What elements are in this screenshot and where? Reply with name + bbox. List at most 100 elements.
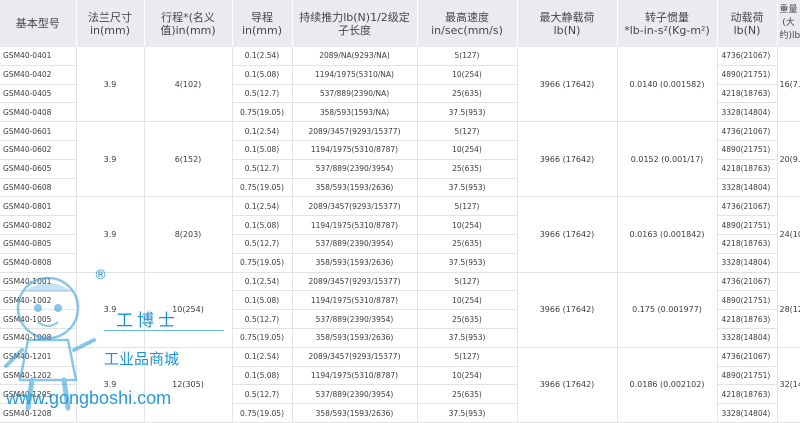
dynamic-load-cell: 4736(21067) bbox=[717, 272, 778, 292]
speed-cell: 5(127) bbox=[417, 347, 518, 367]
speed-cell: 10(254) bbox=[417, 140, 518, 160]
header-dynamic-load: 动载荷 lb(N) bbox=[717, 0, 778, 47]
static-load-cell: 3966 (17642) bbox=[517, 121, 618, 198]
lead-cell: 0.1(2.54) bbox=[232, 121, 293, 141]
speed-cell: 5(127) bbox=[417, 196, 518, 217]
model-cell: GSM40-1002 bbox=[0, 290, 77, 311]
flange-cell: 3.9 bbox=[76, 47, 145, 123]
dynamic-load-cell: 3328(14804) bbox=[717, 178, 778, 198]
spec-table: 基本型号 法兰尺寸 in(mm) 行程*(名义值)in(mm) 导程 in(mm… bbox=[0, 0, 800, 423]
thrust-cell: 358/593(1593/2636) bbox=[292, 328, 418, 348]
lead-cell: 0.5(12.7) bbox=[232, 309, 293, 329]
inertia-cell: 0.0140 (0.001582) bbox=[617, 47, 718, 123]
stroke-cell: 4(102) bbox=[144, 47, 233, 123]
table-row: GSM40-0401 3.9 4(102) 0.1(2.54) 2089/NA(9293… bbox=[0, 47, 800, 123]
thrust-cell: 537/889(2390/3954) bbox=[292, 234, 418, 254]
dynamic-load-cell: 4736(21067) bbox=[717, 347, 778, 367]
static-load-cell: 3966 (17642) bbox=[517, 196, 618, 273]
thrust-cell: 2089/3457(9293/15377) bbox=[292, 272, 418, 292]
dynamic-load-cell: 4218(18763) bbox=[717, 159, 778, 179]
model-cell: GSM40-0808 bbox=[0, 253, 77, 273]
speed-cell: 5(127) bbox=[417, 272, 518, 292]
weight-cell: 20(9.1) bbox=[777, 121, 800, 198]
thrust-cell: 2089/NA(9293/NA) bbox=[292, 47, 418, 66]
model-cell: GSM40-1205 bbox=[0, 384, 77, 405]
header-inertia: 转子惯量 *lb-in-s²(Kg-m²) bbox=[617, 0, 718, 47]
header-lead: 导程 in(mm) bbox=[232, 0, 293, 47]
inertia-cell: 0.0152 (0.001/17) bbox=[617, 121, 718, 198]
lead-cell: 0.5(12.7) bbox=[232, 384, 293, 405]
speed-cell: 37.5(953) bbox=[417, 328, 518, 348]
dynamic-load-cell: 4890(21751) bbox=[717, 140, 778, 160]
stroke-cell: 10(254) bbox=[144, 272, 233, 348]
model-cell: GSM40-1201 bbox=[0, 347, 77, 367]
thrust-cell: 1194/1975(5310/8787) bbox=[292, 215, 418, 235]
lead-cell: 0.75(19.05) bbox=[232, 253, 293, 273]
header-static-load: 最大静载荷 lb(N) bbox=[517, 0, 618, 47]
dynamic-load-cell: 4218(18763) bbox=[717, 234, 778, 254]
model-cell: GSM40-0805 bbox=[0, 234, 77, 254]
header-speed: 最高速度 in/sec(mm/s) bbox=[417, 0, 518, 47]
speed-cell: 37.5(953) bbox=[417, 253, 518, 273]
header-row: 基本型号 法兰尺寸 in(mm) 行程*(名义值)in(mm) 导程 in(mm… bbox=[0, 0, 800, 47]
flange-cell: 3.9 bbox=[76, 196, 145, 273]
lead-cell: 0.75(19.05) bbox=[232, 328, 293, 348]
dynamic-load-cell: 4890(21751) bbox=[717, 65, 778, 85]
speed-cell: 37.5(953) bbox=[417, 102, 518, 123]
speed-cell: 5(127) bbox=[417, 47, 518, 66]
header-thrust: 持续推力lb(N)1/2级定子长度 bbox=[292, 0, 418, 47]
static-load-cell: 3966 (17642) bbox=[517, 272, 618, 348]
header-stroke: 行程*(名义值)in(mm) bbox=[144, 0, 233, 47]
lead-cell: 0.1(5.08) bbox=[232, 215, 293, 235]
speed-cell: 10(254) bbox=[417, 65, 518, 85]
thrust-cell: 2089/3457(9293/15377) bbox=[292, 196, 418, 217]
lead-cell: 0.1(5.08) bbox=[232, 65, 293, 85]
dynamic-load-cell: 3328(14804) bbox=[717, 253, 778, 273]
thrust-cell: 537/889(2390/3954) bbox=[292, 309, 418, 329]
flange-cell: 3.9 bbox=[76, 272, 145, 348]
header-model: 基本型号 bbox=[0, 0, 77, 47]
table-body: GSM40-0401 3.9 4(102) 0.1(2.54) 2089/NA(9293… bbox=[0, 47, 800, 423]
speed-cell: 25(635) bbox=[417, 309, 518, 329]
thrust-cell: 1194/1975(5310/8787) bbox=[292, 290, 418, 311]
thrust-cell: 1194/1975(5310/8787) bbox=[292, 366, 418, 386]
flange-cell: 3.9 bbox=[76, 347, 145, 423]
model-cell: GSM40-1202 bbox=[0, 366, 77, 386]
speed-cell: 5(127) bbox=[417, 121, 518, 141]
lead-cell: 0.1(2.54) bbox=[232, 196, 293, 217]
static-load-cell: 3966 (17642) bbox=[517, 47, 618, 123]
table-row: GSM40-1201 3.9 12(305) 0.1(2.54) 2089/3457(9… bbox=[0, 347, 800, 423]
weight-cell: 32(14.5) bbox=[777, 347, 800, 423]
model-cell: GSM40-1005 bbox=[0, 309, 77, 329]
header-flange: 法兰尺寸 in(mm) bbox=[76, 0, 145, 47]
thrust-cell: 2089/3457(9293/15377) bbox=[292, 121, 418, 141]
table-row: GSM40-1001 3.9 10(254) 0.1(2.54) 2089/3457(9… bbox=[0, 272, 800, 348]
dynamic-load-cell: 4218(18763) bbox=[717, 309, 778, 329]
inertia-cell: 0.175 (0.001977) bbox=[617, 272, 718, 348]
inertia-cell: 0.0163 (0.001842) bbox=[617, 196, 718, 273]
thrust-cell: 358/593(1593/NA) bbox=[292, 102, 418, 123]
table-row: GSM40-0601 3.9 6(152) 0.1(2.54) 2089/3457(92… bbox=[0, 121, 800, 198]
dynamic-load-cell: 4890(21751) bbox=[717, 366, 778, 386]
lead-cell: 0.5(12.7) bbox=[232, 84, 293, 104]
lead-cell: 0.1(5.08) bbox=[232, 140, 293, 160]
thrust-cell: 537/889(2390/NA) bbox=[292, 84, 418, 104]
dynamic-load-cell: 4890(21751) bbox=[717, 290, 778, 311]
model-cell: GSM40-0602 bbox=[0, 140, 77, 160]
lead-cell: 0.1(2.54) bbox=[232, 47, 293, 66]
model-cell: GSM40-0401 bbox=[0, 47, 77, 66]
weight-cell: 24(10.9) bbox=[777, 196, 800, 273]
dynamic-load-cell: 3328(14804) bbox=[717, 328, 778, 348]
thrust-cell: 1194/1975(5310/8787) bbox=[292, 140, 418, 160]
flange-cell: 3.9 bbox=[76, 121, 145, 198]
lead-cell: 0.75(19.05) bbox=[232, 178, 293, 198]
lead-cell: 0.5(12.7) bbox=[232, 234, 293, 254]
dynamic-load-cell: 4736(21067) bbox=[717, 121, 778, 141]
model-cell: GSM40-0408 bbox=[0, 102, 77, 123]
thrust-cell: 537/889(2390/3954) bbox=[292, 384, 418, 405]
thrust-cell: 1194/1975(5310/NA) bbox=[292, 65, 418, 85]
weight-cell: 16(7.3) bbox=[777, 47, 800, 123]
thrust-cell: 537/889(2390/3954) bbox=[292, 159, 418, 179]
speed-cell: 10(254) bbox=[417, 366, 518, 386]
lead-cell: 0.1(5.08) bbox=[232, 366, 293, 386]
